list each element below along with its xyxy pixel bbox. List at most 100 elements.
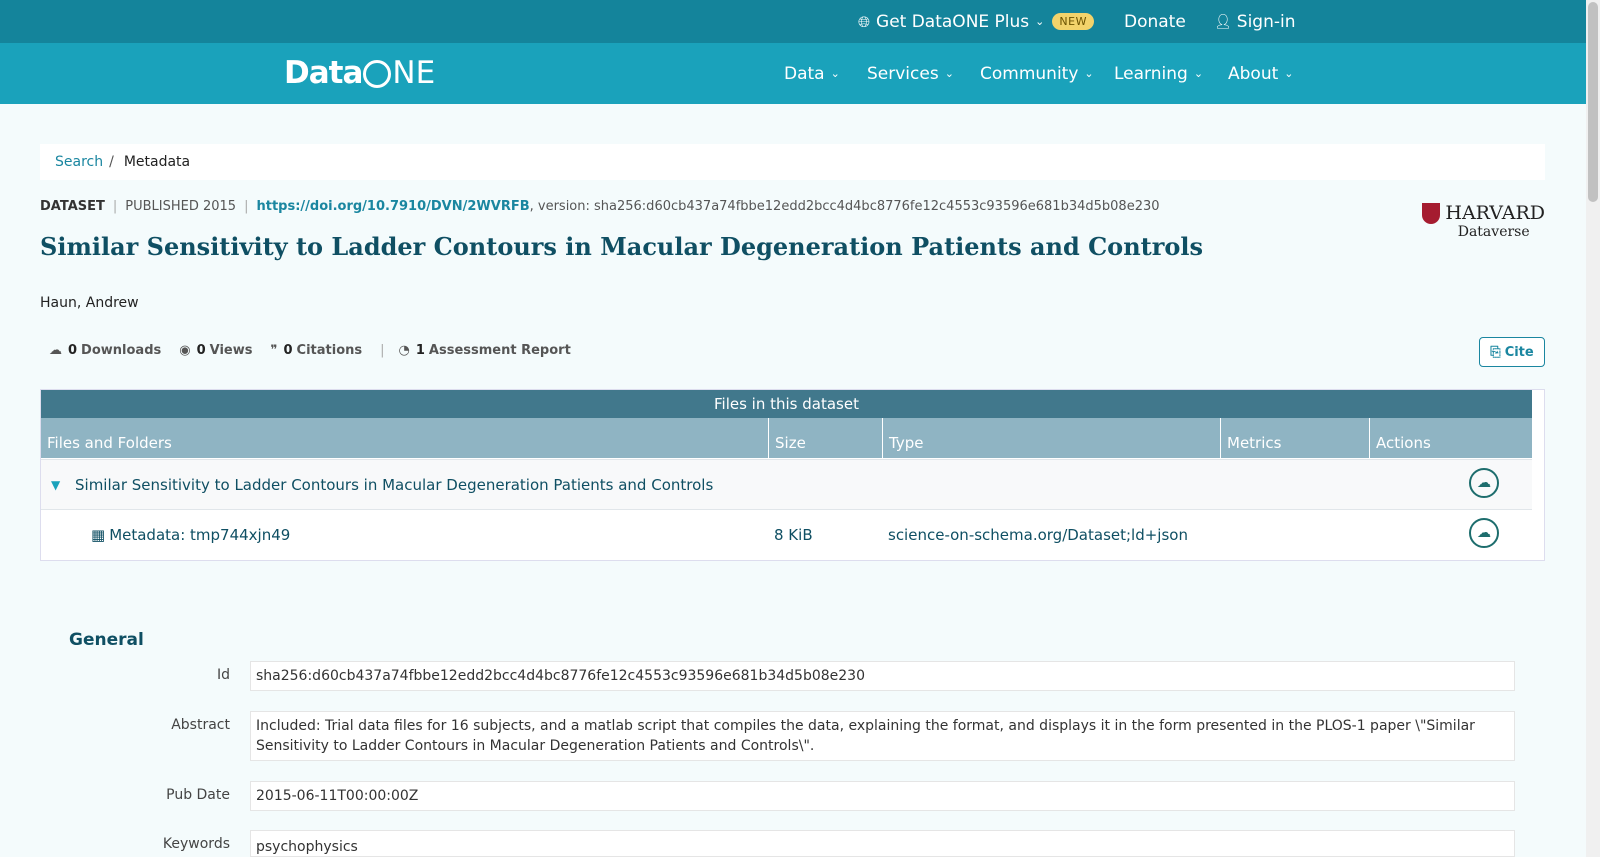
column-header-type: Type bbox=[882, 418, 1220, 458]
table-row[interactable]: ▦ Metadata: tmp744xjn49 8 KiB science-on-… bbox=[41, 509, 1532, 559]
files-table-heading: Files in this dataset bbox=[41, 390, 1532, 418]
dataset-title: Similar Sensitivity to Ladder Contours i… bbox=[40, 232, 1204, 261]
breadcrumb-separator: / bbox=[109, 154, 114, 170]
get-dataone-plus-menu[interactable]: 🌐︎ Get DataONE Plus ⌄ NEW bbox=[858, 0, 1094, 43]
donate-link[interactable]: Donate bbox=[1124, 0, 1186, 43]
column-header-files: Files and Folders bbox=[47, 434, 172, 452]
nav-learning-label: Learning bbox=[1114, 63, 1188, 84]
chevron-down-icon: ⌄ bbox=[1193, 67, 1204, 80]
nav-community-label: Community bbox=[980, 63, 1079, 84]
dataset-meta-line: DATASET | PUBLISHED 2015 | https://doi.o… bbox=[40, 199, 1160, 214]
quote-icon: ❞ bbox=[270, 343, 278, 358]
file-name: Metadata: tmp744xjn49 bbox=[109, 525, 291, 544]
downloads-count: 0 bbox=[68, 343, 78, 358]
download-folder-button[interactable]: ☁ bbox=[1469, 468, 1499, 498]
eye-icon: ◉ bbox=[179, 343, 191, 358]
cloud-download-icon: ☁ bbox=[1477, 525, 1491, 541]
views-stat: ◉ 0 Views bbox=[179, 343, 252, 358]
globe-sparkle-icon: 🌐︎ bbox=[858, 12, 871, 31]
cloud-download-icon: ☁ bbox=[49, 343, 62, 358]
page-scrollbar[interactable] bbox=[1586, 0, 1600, 857]
divider: | bbox=[244, 199, 249, 214]
pubdate-value: 2015-06-11T00:00:00Z bbox=[250, 781, 1515, 811]
files-table: Files in this dataset Files and Folders … bbox=[40, 389, 1545, 561]
files-table-header-row: Files and Folders Size Type Metrics Acti… bbox=[41, 418, 1532, 458]
divider: | bbox=[112, 199, 118, 214]
views-count: 0 bbox=[196, 343, 206, 358]
repository-subname: Dataverse bbox=[1457, 224, 1530, 240]
assessment-count: 1 bbox=[415, 343, 425, 358]
column-header-metrics: Metrics bbox=[1220, 418, 1369, 458]
divider: | bbox=[380, 343, 385, 358]
harvard-shield-icon bbox=[1422, 202, 1441, 224]
dataset-stats: ☁ 0 Downloads ◉ 0 Views ❞ 0 Citations | ◔ 1 Asse… bbox=[49, 343, 589, 358]
keywords-label: Keywords bbox=[162, 836, 230, 852]
abstract-value: Included: Trial data files for 16 subjec… bbox=[250, 711, 1515, 761]
published-label: PUBLISHED 2015 bbox=[125, 199, 237, 214]
column-header-actions: Actions bbox=[1369, 418, 1532, 458]
sign-in-label: Sign-in bbox=[1236, 11, 1296, 32]
dataset-type-label: DATASET bbox=[40, 199, 105, 214]
citations-stat: ❞ 0 Citations bbox=[271, 343, 363, 358]
nav-about[interactable]: About ⌄ bbox=[1228, 43, 1293, 104]
repository-name: HARVARD bbox=[1445, 202, 1545, 224]
logo-text-ne: NE bbox=[392, 55, 436, 91]
dataset-author: Haun, Andrew bbox=[40, 295, 139, 311]
chevron-down-icon: ⌄ bbox=[1284, 67, 1294, 80]
dataone-logo[interactable]: Data NE bbox=[284, 55, 435, 91]
citations-label: Citations bbox=[296, 343, 363, 358]
table-grid-icon: ▦ bbox=[91, 525, 106, 544]
folder-row[interactable]: ▼ Similar Sensitivity to Ladder Contours… bbox=[41, 459, 1532, 509]
citations-count: 0 bbox=[283, 343, 293, 358]
assessment-report-link[interactable]: ◔ 1 Assessment Report bbox=[399, 343, 571, 358]
general-section-heading: General bbox=[69, 630, 144, 650]
assessment-label: Assessment Report bbox=[428, 343, 571, 358]
file-size: 8 KiB bbox=[774, 525, 813, 544]
doi-link[interactable]: https://doi.org/10.7910/DVN/2WVRFB bbox=[256, 199, 529, 214]
main-nav: Data NE Data ⌄ Services ⌄ Community ⌄ Learn… bbox=[0, 43, 1586, 104]
scrollbar-thumb[interactable] bbox=[1588, 2, 1598, 202]
top-bar: 🌐︎ Get DataONE Plus ⌄ NEW Donate 👤︎ Sign… bbox=[0, 0, 1586, 43]
nav-community[interactable]: Community ⌄ bbox=[980, 43, 1094, 104]
breadcrumb-current: Metadata bbox=[123, 154, 191, 170]
version-text: , version: sha256:d60cb437a74fbbe12edd2b… bbox=[529, 199, 1160, 214]
user-icon: 👤︎ bbox=[1214, 13, 1232, 30]
logo-text-data: Data bbox=[284, 55, 363, 91]
globe-icon bbox=[363, 60, 392, 88]
download-file-button[interactable]: ☁ bbox=[1469, 518, 1499, 548]
cite-button[interactable]: ⎘ Cite bbox=[1479, 337, 1545, 367]
views-label: Views bbox=[209, 343, 253, 358]
breadcrumb-search-link[interactable]: Search bbox=[55, 154, 103, 170]
cite-label: Cite bbox=[1504, 344, 1534, 360]
nav-services-label: Services bbox=[867, 63, 939, 84]
chevron-down-icon: ⌄ bbox=[830, 67, 840, 80]
downloads-label: Downloads bbox=[81, 343, 162, 358]
abstract-label: Abstract bbox=[171, 717, 230, 733]
nav-data-label: Data bbox=[784, 63, 825, 84]
nav-about-label: About bbox=[1228, 63, 1279, 84]
file-item[interactable]: ▦ Metadata: tmp744xjn49 bbox=[91, 526, 290, 544]
chevron-down-icon: ⌄ bbox=[1035, 15, 1045, 28]
chevron-down-icon: ⌄ bbox=[1084, 67, 1094, 80]
new-badge: NEW bbox=[1052, 13, 1094, 30]
keywords-value: psychophysics bbox=[250, 830, 1515, 857]
downloads-stat: ☁ 0 Downloads bbox=[49, 343, 161, 358]
caret-down-icon[interactable]: ▼ bbox=[51, 478, 60, 492]
sign-in-link[interactable]: 👤︎ Sign-in bbox=[1214, 0, 1296, 43]
copy-icon: ⎘ bbox=[1490, 344, 1501, 360]
column-header-size: Size bbox=[768, 418, 882, 458]
id-label: Id bbox=[216, 667, 230, 683]
plus-label: Get DataONE Plus bbox=[876, 11, 1030, 32]
chevron-down-icon: ⌄ bbox=[944, 67, 954, 80]
harvard-dataverse-logo[interactable]: HARVARD Dataverse bbox=[1422, 202, 1545, 240]
cloud-download-icon: ☁ bbox=[1477, 475, 1491, 491]
folder-name: Similar Sensitivity to Ladder Contours i… bbox=[75, 475, 714, 494]
nav-data[interactable]: Data ⌄ bbox=[784, 43, 840, 104]
id-value: sha256:d60cb437a74fbbe12edd2bcc4d4bc8776… bbox=[250, 661, 1515, 691]
nav-services[interactable]: Services ⌄ bbox=[867, 43, 954, 104]
gauge-icon: ◔ bbox=[398, 343, 410, 358]
breadcrumb: Search / Metadata bbox=[40, 144, 1545, 180]
file-type: science-on-schema.org/Dataset;ld+json bbox=[888, 525, 1188, 544]
nav-learning[interactable]: Learning ⌄ bbox=[1114, 43, 1203, 104]
pubdate-label: Pub Date bbox=[166, 787, 230, 803]
